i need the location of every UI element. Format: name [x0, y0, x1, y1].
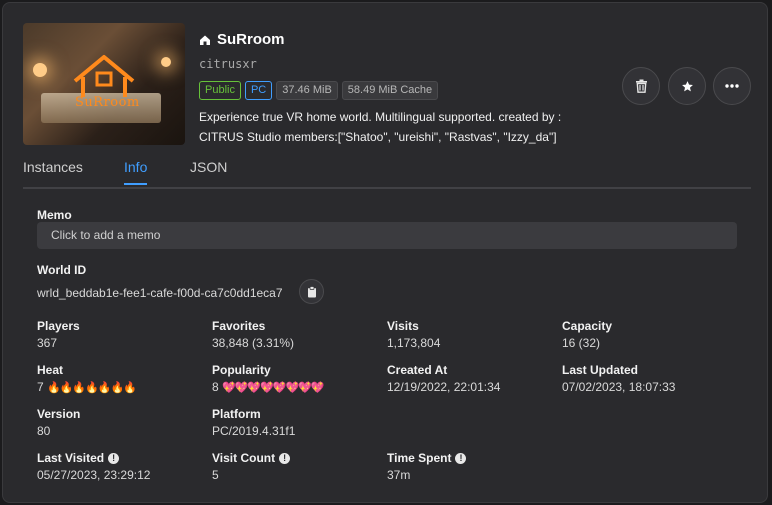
- copy-world-id-button[interactable]: [299, 279, 324, 304]
- popularity-number: 8: [212, 380, 219, 394]
- capacity-label: Capacity: [562, 319, 613, 333]
- last-updated-value: 07/02/2023, 18:07:33: [562, 380, 676, 394]
- popularity-label: Popularity: [212, 363, 271, 377]
- players-value: 367: [37, 336, 58, 350]
- thumbnail-logo-text: SuRroom: [75, 95, 140, 110]
- heat-number: 7: [37, 380, 44, 394]
- players-label: Players: [37, 319, 80, 333]
- visit-count-value: 5: [212, 468, 219, 482]
- world-description: Experience true VR home world. Multiling…: [199, 107, 599, 147]
- time-spent-text: Time Spent: [387, 451, 452, 465]
- memo-label: Memo: [37, 208, 72, 222]
- trash-icon: [635, 79, 647, 93]
- world-dialog: SuRroom SuRroom citrusxr Public PC 37.46…: [2, 2, 768, 503]
- star-icon: [681, 80, 693, 91]
- platform-value: PC/2019.4.31f1: [212, 424, 296, 438]
- world-thumbnail: SuRroom: [23, 23, 185, 145]
- last-visited-label: Last Visited!: [37, 451, 120, 465]
- home-icon: [200, 35, 210, 45]
- more-options-button[interactable]: [713, 67, 751, 105]
- clipboard-icon: [307, 285, 316, 297]
- popularity-value: 8 💖💖💖💖💖💖💖💖: [212, 380, 325, 394]
- fire-icons: 🔥🔥🔥🔥🔥🔥🔥: [47, 382, 137, 394]
- description-line: Experience true VR home world. Multiling…: [199, 110, 562, 124]
- world-author-link[interactable]: citrusxr: [199, 57, 257, 71]
- heart-icons: 💖💖💖💖💖💖💖💖: [222, 382, 325, 394]
- world-name: SuRroom: [217, 31, 285, 48]
- world-id-value: wrld_beddab1e-fee1-cafe-f00d-ca7c0dd1eca…: [37, 286, 283, 300]
- last-visited-text: Last Visited: [37, 451, 105, 465]
- favorites-label: Favorites: [212, 319, 266, 333]
- tag-public: Public: [199, 81, 241, 100]
- favorite-button[interactable]: [668, 67, 706, 105]
- tab-info[interactable]: Info: [124, 159, 148, 185]
- created-at-label: Created At: [387, 363, 448, 377]
- tag-cache: 58.49 MiB Cache: [341, 81, 439, 100]
- tag-platform: PC: [244, 81, 273, 100]
- more-icon: [725, 84, 739, 88]
- world-id-label: World ID: [37, 263, 87, 277]
- tag-size: 37.46 MiB: [276, 81, 338, 100]
- capacity-value: 16 (32): [562, 336, 601, 350]
- visit-count-label: Visit Count!: [212, 451, 291, 465]
- created-at-value: 12/19/2022, 22:01:34: [387, 380, 501, 394]
- last-visited-value: 05/27/2023, 23:29:12: [37, 468, 151, 482]
- last-updated-label: Last Updated: [562, 363, 639, 377]
- info-icon[interactable]: !: [108, 453, 120, 465]
- version-label: Version: [37, 407, 81, 421]
- tab-instances[interactable]: Instances: [23, 159, 83, 183]
- info-icon[interactable]: !: [455, 453, 467, 465]
- favorites-value: 38,848 (3.31%): [212, 336, 295, 350]
- heat-value: 7 🔥🔥🔥🔥🔥🔥🔥: [37, 380, 137, 394]
- heat-label: Heat: [37, 363, 64, 377]
- world-title-row: SuRroom: [199, 31, 285, 48]
- tab-bar: Instances Info JSON: [23, 159, 751, 189]
- version-value: 80: [37, 424, 51, 438]
- delete-cache-button[interactable]: [622, 67, 660, 105]
- info-icon[interactable]: !: [279, 453, 291, 465]
- memo-input[interactable]: Click to add a memo: [37, 222, 737, 249]
- world-tags: Public PC 37.46 MiB 58.49 MiB Cache: [199, 81, 439, 100]
- visit-count-text: Visit Count: [212, 451, 276, 465]
- description-line: CITRUS Studio members:["Shatoo", "ureish…: [199, 130, 557, 144]
- tab-json[interactable]: JSON: [190, 159, 227, 183]
- visits-value: 1,173,804: [387, 336, 441, 350]
- visits-label: Visits: [387, 319, 419, 333]
- time-spent-label: Time Spent!: [387, 451, 467, 465]
- time-spent-value: 37m: [387, 468, 411, 482]
- platform-label: Platform: [212, 407, 261, 421]
